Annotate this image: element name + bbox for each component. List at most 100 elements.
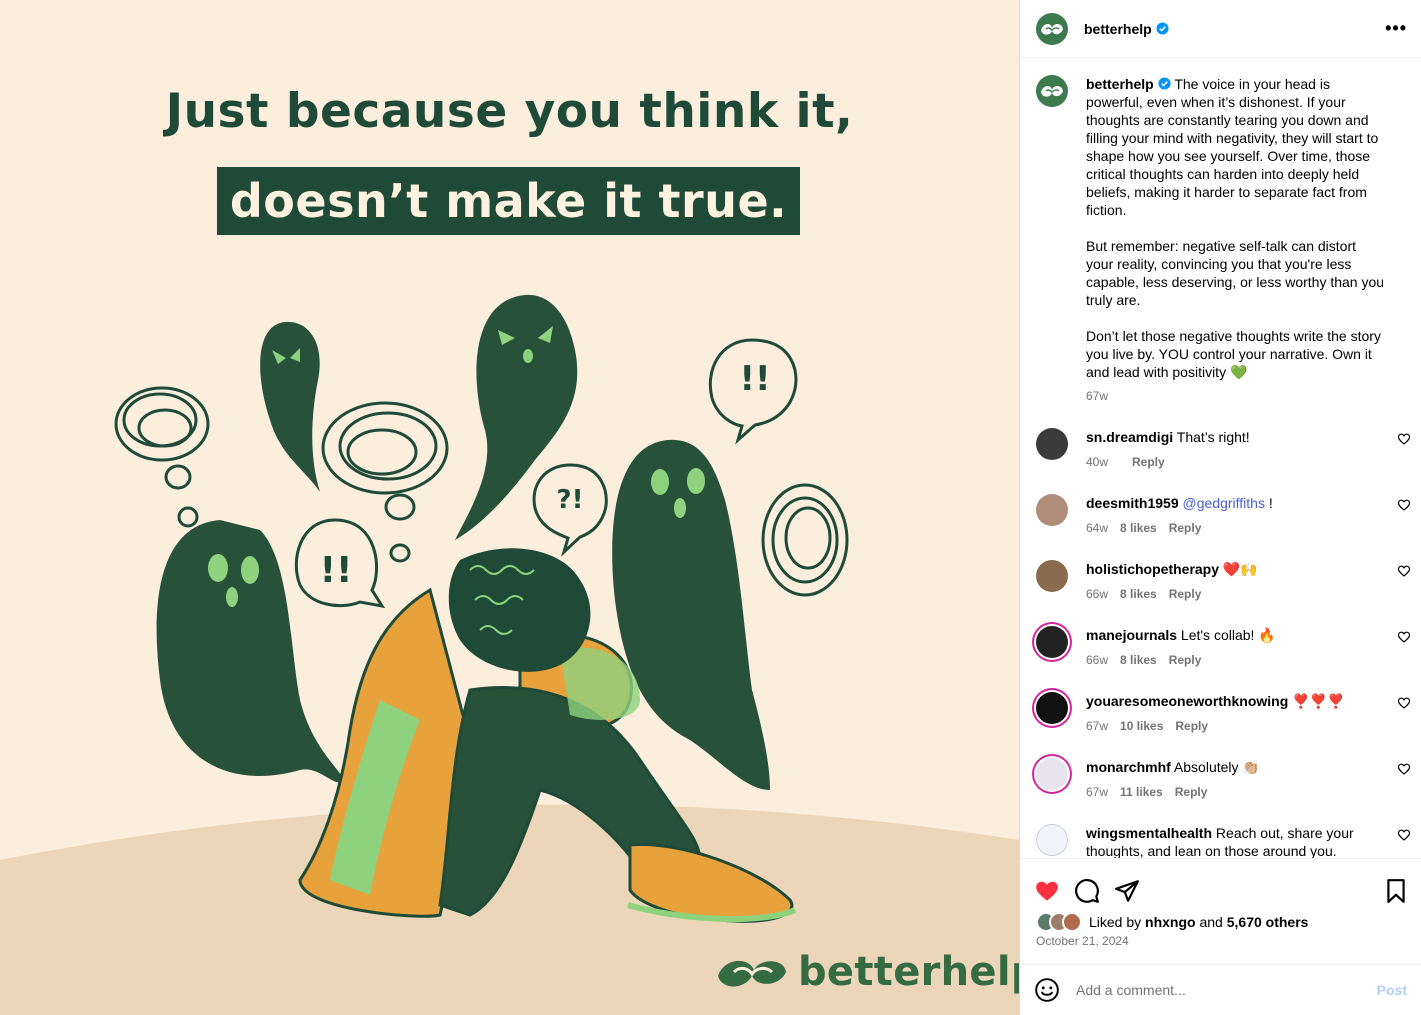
caption-time[interactable]: 67w (1086, 387, 1386, 405)
comment-meta: 40w Reply (1086, 453, 1366, 471)
comment-body: sn.dreamdigi That’s right! 40w Reply (1086, 428, 1366, 494)
comment-likes[interactable]: 8 likes (1120, 651, 1157, 669)
comment-text-line: holistichopetherapy ❤️🙌 (1086, 560, 1366, 578)
reply-button[interactable]: Reply (1132, 453, 1165, 471)
heart-filled-icon[interactable] (1034, 878, 1060, 904)
reply-button[interactable]: Reply (1169, 519, 1202, 537)
liked-by-text: Liked by nhxngo and 5,670 others (1089, 914, 1308, 930)
comment-input[interactable] (1076, 982, 1377, 998)
comment-like-heart-icon[interactable] (1397, 828, 1411, 842)
instagram-post-view: Just because you think it, doesn’t make … (0, 0, 1421, 1015)
reply-button[interactable]: Reply (1175, 783, 1208, 801)
caption-username[interactable]: betterhelp (1086, 76, 1154, 92)
caption-author-avatar[interactable] (1036, 75, 1068, 107)
reply-button[interactable]: Reply (1169, 585, 1202, 603)
share-icon[interactable] (1114, 878, 1140, 904)
comment-row: wingsmentalhealth Reach out, share your … (1020, 824, 1421, 858)
comment-like-heart-icon[interactable] (1397, 564, 1411, 578)
comment-row: youaresomeoneworthknowing ❣️❣️❣️ 67w 10 … (1020, 692, 1421, 758)
commenter-avatar[interactable] (1036, 758, 1068, 790)
verified-badge-icon (1158, 77, 1171, 90)
commenter-avatar[interactable] (1036, 494, 1068, 526)
comment-text: Let's collab! 🔥 (1180, 627, 1276, 643)
reply-button[interactable]: Reply (1169, 651, 1202, 669)
ghost-right (612, 439, 770, 790)
commenter-username[interactable]: monarchmhf (1086, 759, 1171, 775)
illustration: ?! !! !! (114, 294, 849, 923)
comment-likes[interactable]: 8 likes (1120, 585, 1157, 603)
author-avatar[interactable] (1036, 12, 1068, 45)
emoji-icon[interactable] (1034, 977, 1060, 1003)
reply-button[interactable]: Reply (1175, 717, 1208, 735)
ghost-small-top-left (260, 321, 320, 492)
commenter-username[interactable]: manejournals (1086, 627, 1177, 643)
commenter-avatar[interactable] (1036, 824, 1068, 856)
caption-paragraph-2: But remember: negative self-talk can dis… (1086, 238, 1385, 308)
comment-row: monarchmhf Absolutely 👏🏼 67w 11 likes Re… (1020, 758, 1421, 824)
comment-likes[interactable]: 11 likes (1120, 783, 1163, 801)
commenter-avatar[interactable] (1036, 560, 1068, 592)
comment-like-heart-icon[interactable] (1397, 498, 1411, 512)
comment-time[interactable]: 66w (1086, 585, 1108, 603)
more-options-icon[interactable]: ••• (1385, 18, 1407, 39)
caption-paragraph-3: Don’t let those negative thoughts write … (1086, 328, 1381, 380)
comments-scroll-area[interactable]: betterhelp The voice in your head is pow… (1020, 59, 1421, 858)
comment-body: holistichopetherapy ❤️🙌 66w 8 likes Repl… (1086, 560, 1366, 626)
comment-text: ❣️❣️❣️ (1292, 693, 1345, 709)
likes-summary: Liked by nhxngo and 5,670 others (1020, 911, 1421, 933)
liked-by-and: and (1199, 914, 1223, 930)
comment-text: ! (1268, 495, 1273, 511)
comment-like-heart-icon[interactable] (1397, 630, 1411, 644)
caption-text: betterhelp The voice in your head is pow… (1086, 75, 1386, 405)
caption-text-1: The voice in your head is powerful, even… (1086, 76, 1379, 218)
commenter-username[interactable]: youaresomeoneworthknowing (1086, 693, 1288, 709)
comment-text-line: deesmith1959 @gedgriffiths ! (1086, 494, 1366, 512)
comment-time[interactable]: 67w (1086, 783, 1108, 801)
betterhelp-avatar-icon (1041, 85, 1063, 97)
comment-text: ❤️🙌 (1222, 561, 1258, 577)
comment-likes[interactable]: 8 likes (1120, 519, 1157, 537)
liked-by-prefix: Liked by (1089, 914, 1142, 930)
comment-meta: 64w 8 likes Reply (1086, 519, 1366, 537)
comment-like-heart-icon[interactable] (1397, 762, 1411, 776)
comment-like-heart-icon[interactable] (1397, 432, 1411, 446)
author-username[interactable]: betterhelp (1084, 21, 1152, 37)
bookmark-icon[interactable] (1383, 878, 1409, 904)
bubble-mark-3: !! (739, 359, 770, 399)
comment-row: deesmith1959 @gedgriffiths ! 64w 8 likes… (1020, 494, 1421, 560)
comment-body: monarchmhf Absolutely 👏🏼 67w 11 likes Re… (1086, 758, 1366, 824)
comment-like-heart-icon[interactable] (1397, 696, 1411, 710)
bubble-mark-2: !! (320, 550, 353, 591)
commenter-username[interactable]: wingsmentalhealth (1086, 825, 1212, 841)
comment-body: manejournals Let's collab! 🔥 66w 8 likes… (1086, 626, 1366, 692)
commenter-username[interactable]: holistichopetherapy (1086, 561, 1219, 577)
commenter-avatar[interactable] (1036, 692, 1068, 724)
post-comment-button[interactable]: Post (1377, 982, 1407, 998)
comment-text-line: manejournals Let's collab! 🔥 (1086, 626, 1366, 644)
commenter-username[interactable]: sn.dreamdigi (1086, 429, 1173, 445)
comment-meta: 67w 11 likes Reply (1086, 783, 1366, 801)
comment-time[interactable]: 40w (1086, 453, 1108, 471)
post-date[interactable]: October 21, 2024 (1020, 934, 1421, 948)
comment-icon[interactable] (1074, 878, 1100, 904)
comment-text: Absolutely 👏🏼 (1173, 759, 1260, 775)
commenter-avatar[interactable] (1036, 428, 1068, 460)
comment-likes[interactable]: 10 likes (1120, 717, 1163, 735)
comment-mention[interactable]: @gedgriffiths (1183, 495, 1265, 511)
liker-avatar[interactable] (1062, 912, 1082, 932)
comment-row: holistichopetherapy ❤️🙌 66w 8 likes Repl… (1020, 560, 1421, 626)
commenter-username[interactable]: deesmith1959 (1086, 495, 1179, 511)
comment-time[interactable]: 64w (1086, 519, 1108, 537)
post-actions: Liked by nhxngo and 5,670 others October… (1020, 858, 1421, 965)
action-icons-row (1020, 859, 1421, 911)
commenter-avatar[interactable] (1036, 626, 1068, 658)
comment-meta: 66w 8 likes Reply (1086, 585, 1366, 603)
liked-by-user[interactable]: nhxngo (1145, 914, 1196, 930)
verified-badge-icon (1156, 22, 1169, 35)
likes-count-link[interactable]: 5,670 others (1227, 914, 1309, 930)
brand-logo: betterhelp (714, 949, 1019, 995)
comment-time[interactable]: 67w (1086, 717, 1108, 735)
betterhelp-avatar-icon (1041, 23, 1063, 35)
comment-time[interactable]: 66w (1086, 651, 1108, 669)
comment-body: youaresomeoneworthknowing ❣️❣️❣️ 67w 10 … (1086, 692, 1366, 758)
